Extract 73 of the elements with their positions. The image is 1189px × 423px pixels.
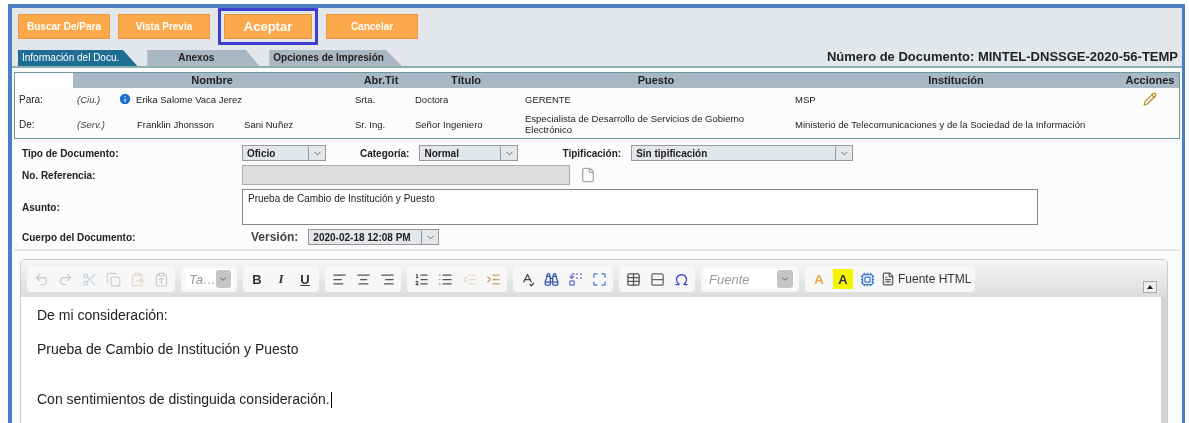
column-header: Título <box>411 73 521 88</box>
field-label: Categoría: <box>360 147 410 159</box>
institution-text: Ministerio de Telecomunicaciones y de la Sociedad de la Información <box>795 118 1086 130</box>
table-icon <box>625 271 641 287</box>
format-button[interactable]: U <box>295 269 315 289</box>
version-select[interactable]: 2020-02-18 12:08 PM <box>308 229 440 245</box>
paste-text-icon <box>153 271 169 287</box>
row-label: De: <box>19 118 35 130</box>
field-label: No. Referencia: <box>22 169 97 181</box>
position-text: GERENTE <box>525 93 571 105</box>
position-text: Especialista de Desarrollo de Servicios de Gobierno Electrónico <box>525 113 746 135</box>
document-type-select[interactable]: Oficio <box>242 145 326 161</box>
category-select[interactable]: Normal <box>419 145 519 161</box>
triangle-up-icon <box>1147 285 1153 289</box>
body-paragraph: De mi consideración: <box>37 307 169 323</box>
document-number: Número de Documento: MINTEL-DNSSGE-2020-56-TEMP <box>826 49 1178 66</box>
format-button[interactable]: A <box>833 269 853 289</box>
omega-icon <box>673 271 689 287</box>
column-header: Institución <box>791 73 1121 88</box>
divided-box-icon <box>649 271 665 287</box>
field-label: Tipo de Documento: <box>22 147 120 159</box>
abbreviation: Sr. Ing. <box>355 118 386 130</box>
binoculars-icon <box>543 271 559 287</box>
subject-field[interactable]: Prueba de Cambio de Institución y Puesto <box>242 189 1038 225</box>
body-paragraph: Con sentimientos de distinguida consideración. <box>37 391 333 409</box>
document-icon[interactable] <box>580 167 596 183</box>
collapse-button[interactable] <box>1143 281 1157 293</box>
align-right-icon <box>379 271 395 287</box>
field-label: Tipificación: <box>562 147 622 159</box>
recipient-type: (Ciu.) <box>77 93 101 105</box>
row-label: Para: <box>19 93 43 105</box>
body-paragraph: Prueba de Cambio de Institución y Puesto <box>37 341 300 357</box>
abbreviation: Srta. <box>355 93 376 105</box>
format-button[interactable]: I <box>271 269 291 289</box>
person-name: Franklin Jhonsson <box>137 118 215 130</box>
scissors-icon <box>81 271 97 287</box>
person-name: Sani Nuñez <box>244 118 294 130</box>
align-left-icon <box>331 271 347 287</box>
undo-icon <box>33 271 49 287</box>
bullet-list-icon <box>437 271 453 287</box>
paste-icon <box>129 271 145 287</box>
copy-icon <box>105 271 121 287</box>
source-button[interactable]: Fuente HTML <box>881 272 972 286</box>
info-icon[interactable] <box>118 92 132 106</box>
institution-text: MSP <box>795 93 816 105</box>
column-header: Abr.Tit <box>351 73 411 88</box>
field-label: Asunto: <box>22 201 61 213</box>
redo-icon <box>57 271 73 287</box>
typification-select[interactable]: Sin tipificación <box>631 145 854 161</box>
field-label: Versión: <box>251 230 299 244</box>
recipient-type: (Serv.) <box>77 118 105 130</box>
column-header: Nombre <box>73 73 351 88</box>
maximize-icon <box>591 271 607 287</box>
column-header: Acciones <box>1121 73 1179 88</box>
outdent-icon <box>461 271 477 287</box>
format-button[interactable]: B <box>247 269 267 289</box>
chevron-down-icon <box>218 274 229 284</box>
chip-icon <box>859 271 875 287</box>
document-icon <box>881 272 895 286</box>
indent-icon <box>485 271 501 287</box>
field-label: Cuerpo del Documento: <box>22 231 137 243</box>
title-text: Doctora <box>415 93 449 105</box>
column-header: Puesto <box>521 73 791 88</box>
title-text: Señor Ingeniero <box>415 118 483 130</box>
pencil-icon[interactable] <box>1143 92 1157 106</box>
replace-icon <box>567 271 583 287</box>
tab[interactable]: Opciones de Impresión <box>269 50 402 66</box>
person-name: Erika Salome Vaca Jerez <box>136 93 242 105</box>
align-center-icon <box>355 271 371 287</box>
numbered-list-icon <box>413 271 429 287</box>
tab[interactable]: Información del Docu. <box>18 50 138 66</box>
tab[interactable]: Anexos <box>147 50 260 66</box>
chevron-down-icon <box>780 274 790 284</box>
